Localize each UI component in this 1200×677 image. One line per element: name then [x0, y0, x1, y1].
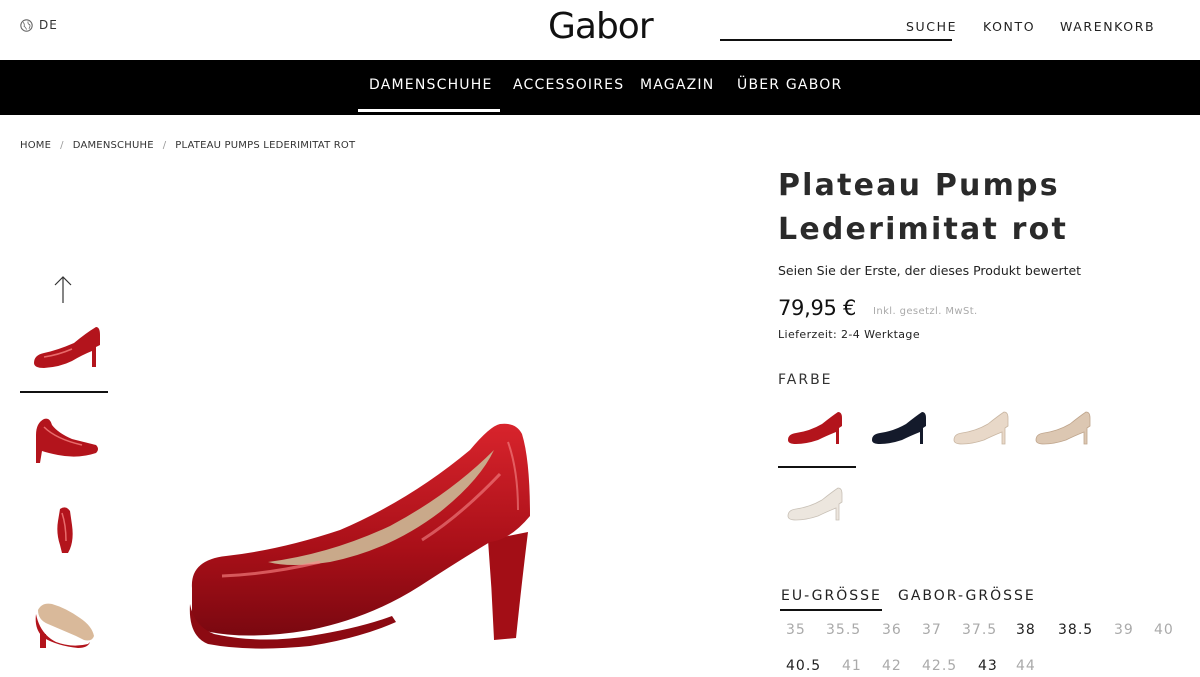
color-swatch-red[interactable]	[782, 404, 852, 454]
size-option[interactable]: 41	[842, 658, 862, 674]
size-option[interactable]: 37.5	[962, 622, 997, 638]
nav-item-magazin[interactable]: MAGAZIN	[640, 77, 714, 93]
nav-item-accessoires[interactable]: ACCESSOIRES	[513, 77, 624, 93]
size-option[interactable]: 38	[1016, 622, 1036, 638]
globe-icon	[20, 18, 33, 32]
brand-logo[interactable]: Gabor	[548, 6, 654, 47]
product-main-image[interactable]	[160, 390, 580, 660]
size-option[interactable]: 42	[882, 658, 902, 674]
search-input[interactable]	[720, 39, 952, 41]
size-option[interactable]: 40.5	[786, 658, 821, 674]
nav-active-indicator	[358, 109, 500, 112]
top-header: DE Gabor SUCHE KONTO WARENKORB	[0, 0, 1200, 60]
breadcrumb-separator: /	[60, 140, 64, 151]
size-option[interactable]: 37	[922, 622, 942, 638]
size-option[interactable]: 36	[882, 622, 902, 638]
review-link[interactable]: Seien Sie der Erste, der dieses Produkt …	[778, 263, 1081, 278]
thumbnail-side-view[interactable]	[22, 315, 108, 385]
product-title-line1: Plateau Pumps	[778, 168, 1060, 203]
nav-item-ueber-gabor[interactable]: ÜBER GABOR	[737, 77, 842, 93]
nav-item-damenschuhe[interactable]: DAMENSCHUHE	[369, 77, 493, 93]
size-option[interactable]: 35	[786, 622, 806, 638]
tax-note: Inkl. gesetzl. MwSt.	[873, 306, 978, 317]
size-option[interactable]: 44	[1016, 658, 1036, 674]
color-swatch-nude[interactable]	[1030, 404, 1100, 454]
product-title-line2: Lederimitat rot	[778, 212, 1069, 247]
arrow-up-icon[interactable]	[52, 275, 74, 305]
cart-link[interactable]: WARENKORB	[1060, 19, 1155, 34]
thumbnail-sole-view[interactable]	[22, 590, 108, 660]
language-label: DE	[39, 18, 58, 32]
search-link[interactable]: SUCHE	[906, 19, 957, 34]
size-option[interactable]: 40	[1154, 622, 1174, 638]
breadcrumb-home[interactable]: HOME	[20, 140, 51, 151]
breadcrumb-damenschuhe[interactable]: DAMENSCHUHE	[73, 140, 154, 151]
breadcrumb-current: PLATEAU PUMPS LEDERIMITAT ROT	[175, 140, 356, 151]
color-swatch-creme[interactable]	[782, 480, 852, 530]
size-option[interactable]: 42.5	[922, 658, 957, 674]
product-title: Plateau Pumps Lederimitat rot	[778, 164, 1178, 252]
color-swatch-active-indicator	[778, 466, 856, 468]
size-option[interactable]: 43	[978, 658, 998, 674]
tab-gabor-size[interactable]: GABOR-GRÖSSE	[898, 588, 1036, 604]
main-navigation: DAMENSCHUHE ACCESSOIRES MAGAZIN ÜBER GAB…	[0, 60, 1200, 115]
breadcrumb-separator: /	[162, 140, 167, 151]
size-option[interactable]: 39	[1114, 622, 1134, 638]
color-label: FARBE	[778, 372, 833, 388]
breadcrumb: HOME / DAMENSCHUHE / PLATEAU PUMPS LEDER…	[20, 140, 355, 151]
color-swatch-beige[interactable]	[948, 404, 1018, 454]
tab-eu-size[interactable]: EU-GRÖSSE	[781, 588, 882, 604]
product-price: 79,95 €	[778, 296, 857, 320]
account-link[interactable]: KONTO	[983, 19, 1035, 34]
thumbnail-angle-view[interactable]	[22, 405, 108, 475]
thumbnail-active-indicator	[20, 391, 108, 393]
delivery-time: Lieferzeit: 2-4 Werktage	[778, 328, 920, 341]
color-swatch-black[interactable]	[866, 404, 936, 454]
size-option[interactable]: 35.5	[826, 622, 861, 638]
size-option[interactable]: 38.5	[1058, 622, 1093, 638]
language-selector[interactable]: DE	[20, 18, 58, 32]
thumbnail-back-view[interactable]	[22, 495, 108, 565]
size-tab-active-indicator	[780, 609, 882, 611]
